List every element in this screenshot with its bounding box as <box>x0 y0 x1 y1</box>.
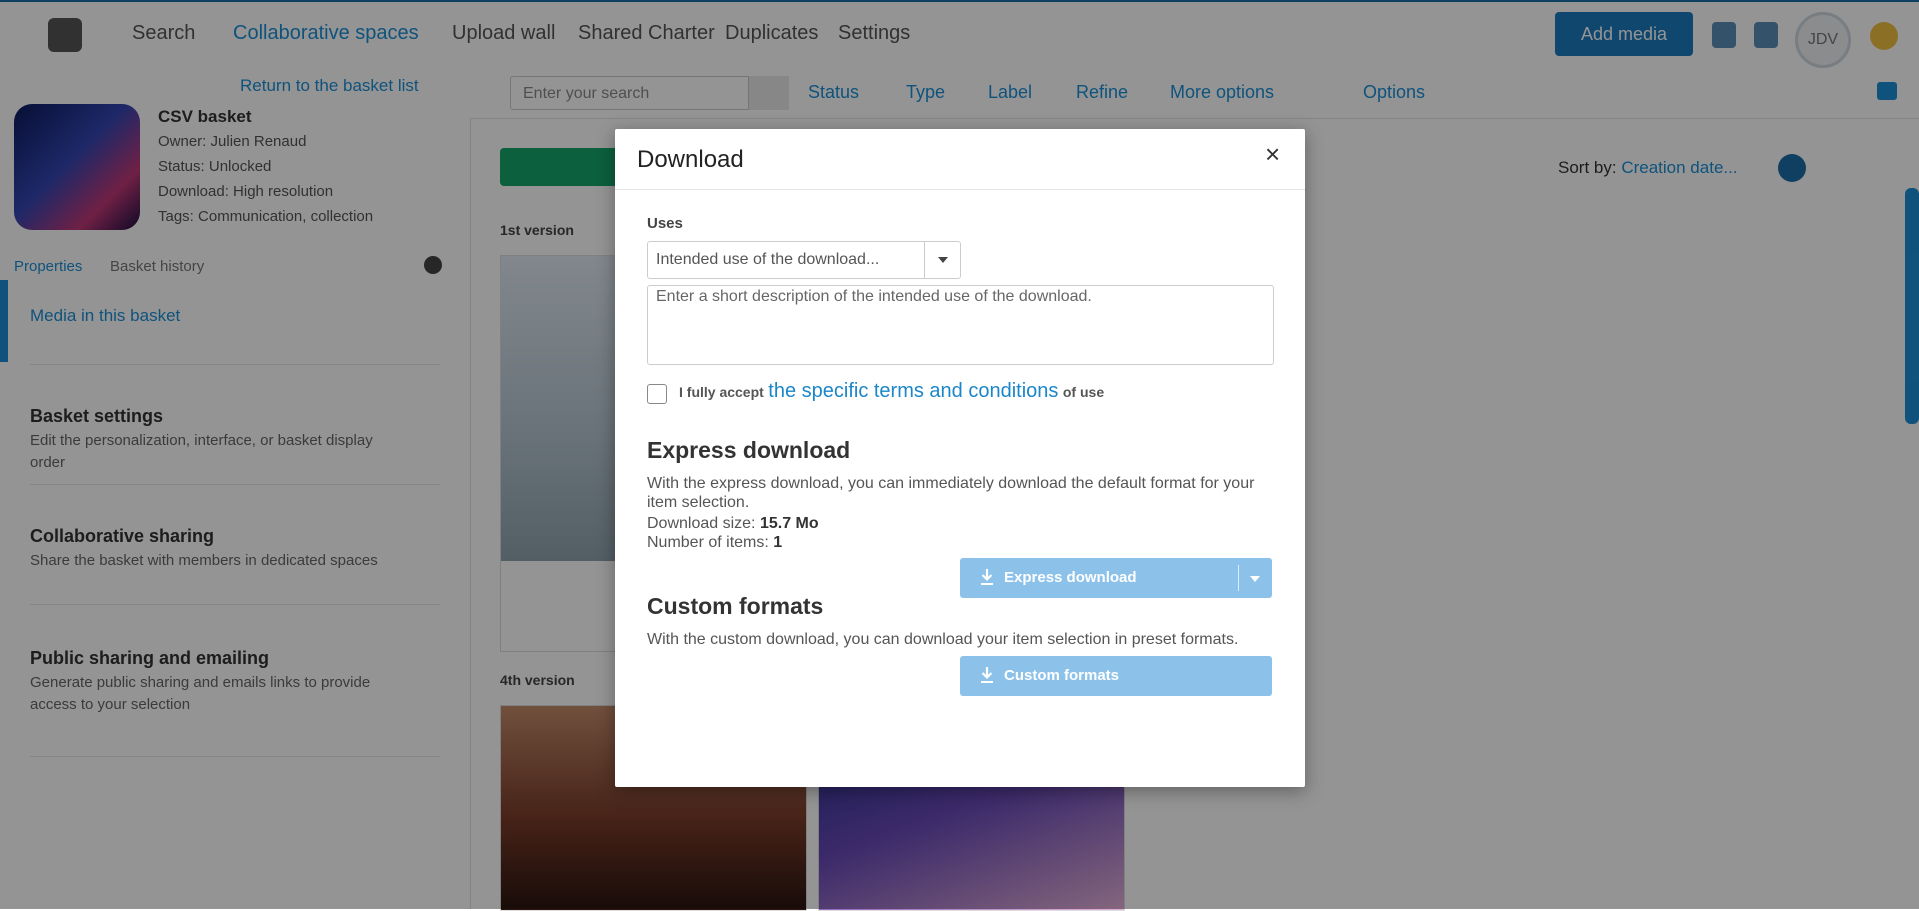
custom-formats-title: Custom formats <box>647 593 824 619</box>
custom-formats-desc: With the custom download, you can downlo… <box>647 631 1239 648</box>
number-of-items: Number of items: 1 <box>647 534 782 552</box>
download-modal: Download × Uses Intended use of the down… <box>615 129 1305 787</box>
use-description-input[interactable] <box>647 285 1274 365</box>
chevron-down-icon <box>938 257 948 263</box>
terms-conditions-link[interactable]: the specific terms and conditions <box>768 380 1058 402</box>
number-of-items-value: 1 <box>773 534 783 551</box>
uses-select[interactable]: Intended use of the download... <box>647 241 961 279</box>
express-download-title: Express download <box>647 437 851 463</box>
number-of-items-label: Number of items: <box>647 534 769 551</box>
terms-checkbox[interactable] <box>647 384 667 404</box>
close-icon[interactable]: × <box>1265 141 1280 167</box>
button-divider <box>1238 565 1239 591</box>
express-download-label: Express download <box>1004 569 1137 586</box>
modal-header: Download × <box>615 129 1305 190</box>
terms-label: I fully accept the specific terms and co… <box>679 380 1104 403</box>
download-size: Download size: 15.7 Mo <box>647 515 819 533</box>
download-icon <box>981 667 993 683</box>
modal-title: Download <box>637 146 744 173</box>
express-download-button[interactable]: Express download <box>960 558 1272 598</box>
chevron-down-icon[interactable] <box>1250 576 1260 582</box>
download-size-label: Download size: <box>647 515 756 532</box>
download-icon <box>981 569 993 585</box>
download-size-value: 15.7 Mo <box>759 515 819 532</box>
terms-prefix: I fully accept <box>679 384 764 400</box>
terms-suffix: of use <box>1062 384 1105 400</box>
uses-select-placeholder: Intended use of the download... <box>656 251 880 268</box>
custom-formats-button[interactable]: Custom formats <box>960 656 1272 696</box>
uses-label: Uses <box>647 215 683 232</box>
uses-dropdown-toggle[interactable] <box>924 242 961 278</box>
express-download-desc: With the express download, you can immed… <box>647 475 1255 511</box>
custom-formats-label: Custom formats <box>1004 667 1120 684</box>
